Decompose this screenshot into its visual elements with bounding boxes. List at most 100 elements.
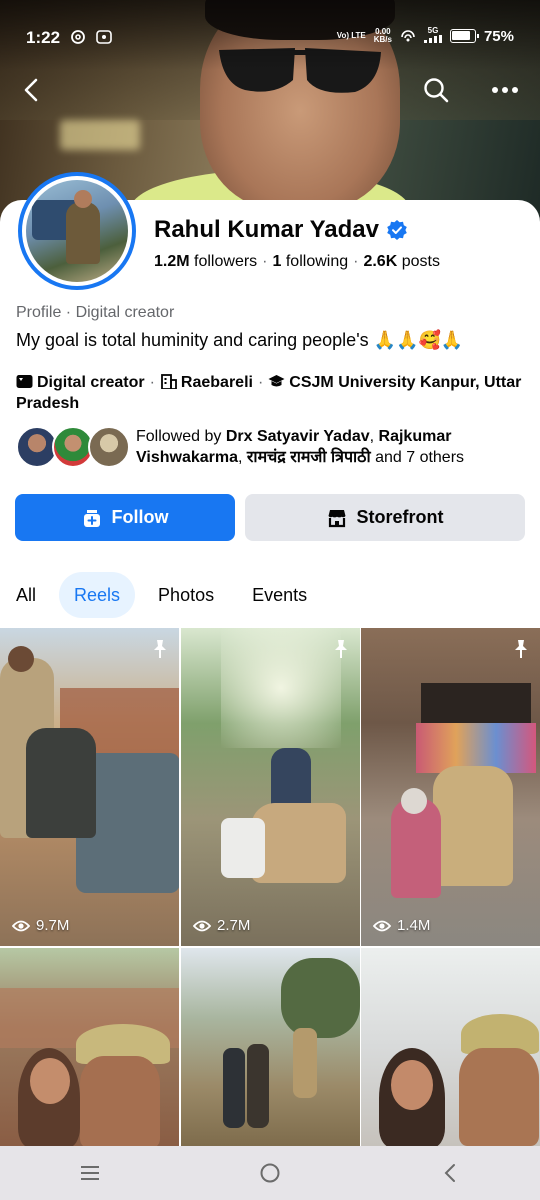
system-back-button[interactable] bbox=[430, 1158, 470, 1188]
detail-city[interactable]: Raebareli bbox=[181, 374, 253, 391]
following-stat[interactable]: 1 following bbox=[273, 253, 349, 270]
profile-category: Profile · Digital creator bbox=[16, 304, 175, 321]
sun-glare bbox=[221, 628, 341, 748]
mutual-avatars bbox=[16, 426, 132, 468]
avatar-person bbox=[66, 202, 100, 264]
profile-name: Rahul Kumar Yadav bbox=[154, 216, 379, 243]
eye-icon bbox=[373, 920, 391, 931]
speed-unit: KB/s bbox=[373, 35, 392, 44]
officer-face bbox=[459, 1048, 539, 1146]
officer-figure bbox=[293, 1028, 317, 1098]
officer-face bbox=[80, 1056, 160, 1146]
more-dots-icon bbox=[492, 87, 518, 93]
storefront-button[interactable]: Storefront bbox=[245, 494, 525, 541]
recent-apps-button[interactable] bbox=[70, 1158, 110, 1188]
home-button[interactable] bbox=[250, 1158, 290, 1188]
eye-icon bbox=[12, 920, 30, 931]
follow-label: Follow bbox=[111, 507, 169, 527]
broadcast-icon bbox=[96, 30, 112, 44]
followers-label: followers bbox=[194, 253, 258, 270]
elder-head bbox=[401, 788, 427, 814]
system-nav-bar bbox=[0, 1146, 540, 1200]
tab-all[interactable]: All bbox=[1, 572, 51, 618]
profile-avatar[interactable] bbox=[18, 172, 136, 290]
search-button[interactable] bbox=[422, 76, 450, 104]
hotspot-icon bbox=[401, 30, 415, 42]
follow-button[interactable]: Follow bbox=[15, 494, 235, 541]
posts-stat[interactable]: 2.6K posts bbox=[363, 253, 440, 270]
threads-icon bbox=[71, 30, 85, 44]
reel-view-count: 1.4M bbox=[397, 917, 431, 934]
avatar-face bbox=[74, 190, 92, 208]
mutual-followers[interactable]: Followed by Drx Satyavir Yadav, Rajkumar… bbox=[16, 424, 526, 470]
worker-figure bbox=[26, 728, 96, 838]
reel-views: 1.4M bbox=[373, 917, 430, 934]
more-options-button[interactable] bbox=[490, 80, 520, 100]
officer-head bbox=[8, 646, 34, 672]
mutual-avatar-3 bbox=[88, 426, 130, 468]
verified-badge-icon[interactable] bbox=[387, 220, 407, 240]
reel-view-count: 2.7M bbox=[217, 917, 251, 934]
posts-count: 2.6K bbox=[363, 253, 398, 270]
officer-figure bbox=[251, 803, 346, 883]
battery-fill bbox=[451, 31, 470, 40]
reel-tile[interactable]: 9.7M bbox=[0, 628, 179, 946]
elder-figure bbox=[221, 818, 265, 878]
reel-tile[interactable]: 1.4M bbox=[361, 628, 540, 946]
tab-photos[interactable]: Photos bbox=[143, 572, 229, 618]
signal-label: 5G bbox=[423, 26, 442, 45]
followed-prefix: Followed by bbox=[136, 428, 222, 445]
content-tabs: All Reels Photos Events bbox=[16, 572, 322, 618]
network-speed: 0.00 KB/s bbox=[374, 28, 392, 44]
pin-icon bbox=[515, 640, 527, 658]
woman-face bbox=[30, 1058, 70, 1104]
back-arrow-icon bbox=[24, 78, 38, 102]
battery-icon bbox=[449, 29, 479, 43]
add-friend-icon bbox=[83, 509, 100, 527]
follower-name-3: रामचंद्र रामजी त्रिपाठी bbox=[246, 449, 371, 466]
tree bbox=[281, 958, 360, 1038]
network-type: Vo) LTE bbox=[336, 31, 366, 40]
tab-reels[interactable]: Reels bbox=[59, 572, 136, 618]
profile-name-row: Rahul Kumar Yadav bbox=[154, 216, 407, 244]
reel-tile[interactable] bbox=[0, 948, 179, 1146]
pin-icon bbox=[335, 640, 347, 658]
video-creator-icon bbox=[16, 375, 33, 388]
person-figure bbox=[223, 1048, 245, 1128]
followers-count: 1.2M bbox=[154, 253, 190, 270]
mutual-followers-text: Followed by Drx Satyavir Yadav, Rajkumar… bbox=[136, 428, 465, 466]
graduation-cap-icon bbox=[268, 375, 285, 387]
officer-figure bbox=[433, 766, 513, 886]
reel-tile[interactable] bbox=[361, 948, 540, 1146]
signal-type: 5G bbox=[427, 26, 439, 35]
status-left-icons bbox=[70, 29, 112, 45]
status-time: 1:22 bbox=[26, 28, 61, 47]
person-figure bbox=[247, 1044, 269, 1128]
avatar-image bbox=[26, 180, 128, 282]
battery-percent: 75% bbox=[483, 27, 514, 45]
posts-label: posts bbox=[401, 253, 440, 270]
reel-tile[interactable]: 2.7M bbox=[181, 628, 360, 946]
profile-details: Digital creator · Raebareli · CSJM Universit… bbox=[16, 374, 522, 412]
status-right: Vo) LTE 0.00 KB/s 5G 75% bbox=[337, 27, 514, 45]
woman-face bbox=[391, 1060, 433, 1110]
follower-name-1: Drx Satyavir Yadav bbox=[225, 428, 370, 445]
reel-view-count: 9.7M bbox=[36, 917, 70, 934]
eye-icon bbox=[193, 920, 211, 931]
menu-lines-icon bbox=[81, 1166, 99, 1180]
profile-stats: 1.2M followers · 1 following · 2.6K posts bbox=[154, 253, 440, 270]
home-circle-icon bbox=[260, 1163, 280, 1183]
reel-tile[interactable] bbox=[181, 948, 360, 1146]
followers-stat[interactable]: 1.2M followers bbox=[154, 253, 257, 270]
signal-bars-icon bbox=[423, 35, 442, 43]
following-label: following bbox=[285, 253, 349, 270]
reel-views: 9.7M bbox=[12, 917, 69, 934]
chevron-left-icon bbox=[444, 1164, 455, 1182]
detail-creator: Digital creator bbox=[37, 374, 145, 391]
back-button[interactable] bbox=[18, 76, 46, 104]
profile-bio: My goal is total huminity and caring peo… bbox=[16, 330, 464, 350]
followed-suffix: and 7 others bbox=[375, 449, 465, 466]
status-bar: 1:22 Vo) LTE 0.00 KB/s 5G 75% bbox=[0, 0, 540, 70]
tab-events[interactable]: Events bbox=[237, 572, 322, 618]
cover-light bbox=[60, 120, 140, 150]
